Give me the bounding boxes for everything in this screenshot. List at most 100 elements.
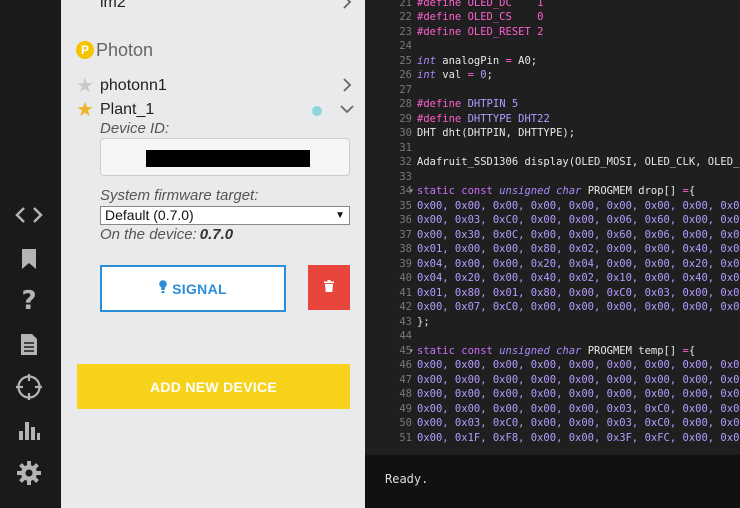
status-text: Ready. [385, 472, 429, 486]
code-text: #define DHTTYPE DHT22 [417, 112, 550, 125]
line-number: 30 [399, 127, 412, 139]
photon-logo-icon: P [76, 41, 94, 59]
code-line: 25 int analogPin = A0; [365, 54, 740, 69]
line-number: 31 [399, 141, 412, 154]
device-id-label: Device ID: [100, 120, 170, 137]
code-editor[interactable]: 21 #define OLED_DC 1 22 #define OLED_CS 0 23… [365, 0, 740, 455]
code-text: Adafruit_SSD1306 display(OLED_MOSI, OLED… [417, 156, 740, 168]
line-number: 32 [399, 156, 412, 168]
code-line: 35 0x00, 0x00, 0x00, 0x00, 0x00, 0x00, 0x… [365, 199, 740, 214]
signal-button[interactable]: SIGNAL [100, 265, 286, 312]
code-line: 24 [365, 39, 740, 54]
code-icon[interactable] [14, 200, 44, 230]
line-number: 25 [399, 54, 412, 67]
line-number: 46 [399, 359, 412, 371]
code-line: 32 Adafruit_SSD1306 display(OLED_MOSI, OL… [365, 155, 740, 170]
code-text: int val = 0; [417, 69, 493, 81]
code-text: 0x00, 0x1F, 0xF8, 0x00, 0x00, 0x3F, 0xFC… [417, 431, 740, 444]
line-number: 51 [399, 431, 412, 444]
status-bar: Ready. [365, 455, 740, 508]
line-number: 48 [399, 388, 412, 400]
remove-device-button[interactable] [308, 265, 350, 310]
chevron-right-icon[interactable] [338, 0, 356, 11]
code-line: 34 ▾ static const unsigned char PROGMEM dr… [365, 184, 740, 199]
code-text: 0x00, 0x07, 0xC0, 0x00, 0x00, 0x00, 0x00… [417, 301, 740, 313]
gear-icon[interactable] [14, 458, 44, 488]
code-text: 0x01, 0x00, 0x00, 0x80, 0x02, 0x00, 0x00… [417, 243, 740, 255]
code-line: 26 int val = 0; [365, 68, 740, 83]
device-item-photonn1[interactable]: ★ photonn1 [76, 76, 356, 98]
star-icon[interactable]: ★ [76, 100, 94, 120]
code-line: 37 0x00, 0x30, 0x0C, 0x00, 0x00, 0x60, 0x… [365, 228, 740, 243]
device-item-plant-1[interactable]: ★ Plant_1 [76, 100, 356, 122]
code-line: 27 [365, 83, 740, 98]
chevron-down-icon[interactable] [338, 100, 356, 118]
line-number: 28 [399, 98, 412, 110]
code-text: 0x00, 0x00, 0x00, 0x00, 0x00, 0x00, 0x00… [417, 359, 740, 371]
line-number: 29 [399, 112, 412, 125]
code-text: #define OLED_DC 1 [417, 0, 544, 9]
device-id-field[interactable] [100, 138, 350, 176]
on-device-version: 0.7.0 [199, 226, 234, 243]
code-line: 21 #define OLED_DC 1 [365, 0, 740, 10]
code-line: 40 0x04, 0x20, 0x00, 0x40, 0x02, 0x10, 0x… [365, 271, 740, 286]
document-icon[interactable] [14, 329, 44, 359]
device-name: Plant_1 [100, 101, 155, 118]
code-text: 0x00, 0x30, 0x0C, 0x00, 0x00, 0x60, 0x06… [417, 228, 740, 241]
device-item-previous[interactable]: im2 [76, 0, 356, 15]
code-text: DHT dht(DHTPIN, DHTTYPE); [417, 127, 576, 139]
code-line: 38 0x01, 0x00, 0x00, 0x80, 0x02, 0x00, 0x… [365, 242, 740, 257]
firmware-selected-value: Default (0.7.0) [105, 207, 194, 223]
code-line: 50 0x00, 0x03, 0xC0, 0x00, 0x00, 0x03, 0x… [365, 416, 740, 431]
code-line: 42 0x00, 0x07, 0xC0, 0x00, 0x00, 0x00, 0x… [365, 300, 740, 315]
device-name: photonn1 [100, 77, 167, 94]
star-icon[interactable]: ★ [76, 76, 94, 96]
code-line: 33 [365, 170, 740, 185]
fold-toggle-icon[interactable]: ▾ [409, 344, 414, 359]
firmware-target-select[interactable]: Default (0.7.0) ▼ [100, 206, 350, 225]
chart-icon[interactable] [14, 415, 44, 445]
line-number: 38 [399, 243, 412, 255]
add-new-device-button[interactable]: ADD NEW DEVICE [77, 364, 350, 409]
line-number: 47 [399, 373, 412, 386]
code-line: 29 #define DHTTYPE DHT22 [365, 112, 740, 127]
line-number: 35 [399, 199, 412, 212]
target-icon[interactable] [14, 372, 44, 402]
code-text: static const unsigned char PROGMEM drop[… [417, 185, 696, 197]
code-text: static const unsigned char PROGMEM temp[… [417, 344, 696, 357]
code-text: 0x00, 0x03, 0xC0, 0x00, 0x00, 0x06, 0x60… [417, 214, 740, 226]
code-text: 0x04, 0x00, 0x00, 0x20, 0x04, 0x00, 0x00… [417, 257, 740, 270]
line-number: 41 [399, 286, 412, 299]
line-number: 44 [399, 330, 412, 342]
line-number: 34 [399, 185, 412, 197]
code-line: 49 0x00, 0x00, 0x00, 0x00, 0x00, 0x03, 0x… [365, 402, 740, 417]
line-number: 40 [399, 272, 412, 284]
code-line: 48 0x00, 0x00, 0x00, 0x00, 0x00, 0x00, 0x… [365, 387, 740, 402]
fold-toggle-icon[interactable]: ▾ [409, 184, 414, 199]
code-text: 0x00, 0x00, 0x00, 0x00, 0x00, 0x00, 0x00… [417, 388, 740, 400]
firmware-target-label: System firmware target: [100, 187, 259, 204]
line-number: 39 [399, 257, 412, 270]
code-line: 46 0x00, 0x00, 0x00, 0x00, 0x00, 0x00, 0x… [365, 358, 740, 373]
bookmark-icon[interactable] [14, 244, 44, 274]
device-group-title: Photon [96, 40, 154, 60]
line-number: 42 [399, 301, 412, 313]
code-line: 31 [365, 141, 740, 156]
code-line: 45 ▾ static const unsigned char PROGMEM te… [365, 344, 740, 359]
device-id-redacted [146, 150, 310, 167]
line-number: 50 [399, 417, 412, 429]
chevron-right-icon[interactable] [338, 76, 356, 94]
on-device-info: On the device: 0.7.0 [100, 226, 233, 243]
online-status-dot [312, 106, 322, 116]
line-number: 27 [399, 83, 412, 96]
code-line: 22 #define OLED_CS 0 [365, 10, 740, 25]
help-icon[interactable]: ? [14, 286, 44, 316]
line-number: 21 [399, 0, 412, 9]
code-text: }; [417, 315, 430, 328]
line-number: 45 [399, 344, 412, 357]
device-panel: im2 P Photon ★ photonn1 ★ Plant_1 Device… [61, 0, 365, 508]
line-number: 24 [399, 40, 412, 52]
code-text: #define OLED_CS 0 [417, 11, 544, 23]
line-number: 37 [399, 228, 412, 241]
line-number: 33 [399, 170, 412, 183]
